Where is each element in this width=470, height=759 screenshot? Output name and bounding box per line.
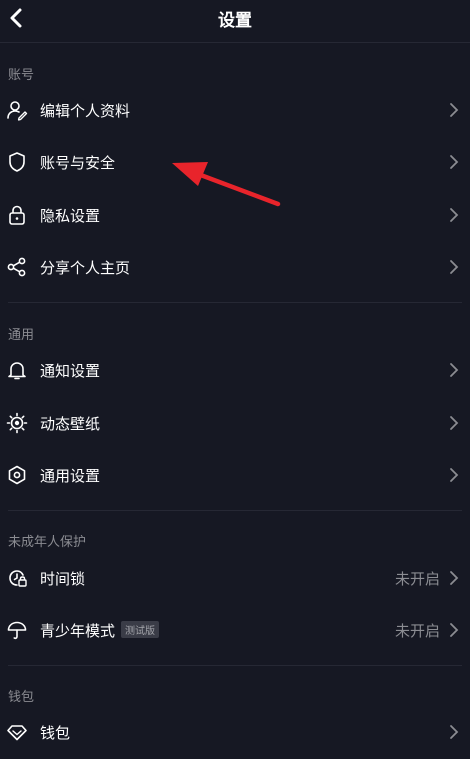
row-teen-mode[interactable]: 青少年模式 测试版 未开启 — [0, 607, 470, 653]
row-wallet[interactable]: 钱包 — [0, 709, 470, 755]
chevron-right-icon — [448, 101, 460, 119]
umbrella-icon — [6, 619, 28, 641]
chevron-right-icon — [448, 153, 460, 171]
clock-lock-icon — [6, 567, 28, 589]
row-label: 动态壁纸 — [40, 414, 101, 433]
section-label-minor-protection: 未成年人保护 — [8, 535, 87, 550]
divider — [8, 665, 462, 666]
bell-icon — [6, 359, 28, 381]
row-label: 通用设置 — [40, 466, 101, 485]
row-wallpaper[interactable]: 动态壁纸 — [0, 400, 470, 446]
row-label-text: 青少年模式 — [40, 621, 116, 640]
row-share-profile[interactable]: 分享个人主页 — [0, 244, 470, 290]
chevron-right-icon — [448, 621, 460, 639]
row-time-lock[interactable]: 时间锁 未开启 — [0, 555, 470, 601]
row-label: 编辑个人资料 — [40, 101, 131, 120]
lock-icon — [6, 204, 28, 226]
gear-sun-icon — [6, 412, 28, 434]
diamond-icon — [6, 721, 28, 743]
chevron-right-icon — [448, 466, 460, 484]
row-label: 账号与安全 — [40, 153, 116, 172]
section-label-general: 通用 — [8, 328, 35, 343]
row-edit-profile[interactable]: 编辑个人资料 — [0, 87, 470, 133]
divider — [8, 510, 462, 511]
row-label: 隐私设置 — [40, 206, 101, 225]
status-value: 未开启 — [394, 621, 440, 640]
chevron-right-icon — [448, 723, 460, 741]
user-edit-icon — [6, 99, 28, 121]
row-label: 钱包 — [40, 723, 71, 742]
row-label: 分享个人主页 — [40, 258, 131, 277]
row-label: 青少年模式 测试版 — [40, 620, 160, 641]
annotation-arrow — [172, 162, 281, 207]
share-icon — [6, 256, 28, 278]
chevron-right-icon — [448, 414, 460, 432]
row-notifications[interactable]: 通知设置 — [0, 347, 470, 393]
hexagon-icon — [6, 464, 28, 486]
top-bar: 设置 — [0, 0, 470, 43]
chevron-right-icon — [448, 206, 460, 224]
shield-icon — [6, 151, 28, 173]
chevron-right-icon — [448, 258, 460, 276]
status-value: 未开启 — [394, 569, 440, 588]
section-label-account: 账号 — [8, 68, 35, 83]
chevron-right-icon — [448, 361, 460, 379]
beta-badge: 测试版 — [121, 620, 160, 638]
row-general-settings[interactable]: 通用设置 — [0, 452, 470, 498]
row-label: 通知设置 — [40, 361, 101, 380]
chevron-right-icon — [448, 569, 460, 587]
page-title: 设置 — [218, 11, 252, 31]
divider — [8, 302, 462, 303]
section-label-wallet: 钱包 — [8, 690, 35, 705]
row-label: 时间锁 — [40, 569, 86, 588]
